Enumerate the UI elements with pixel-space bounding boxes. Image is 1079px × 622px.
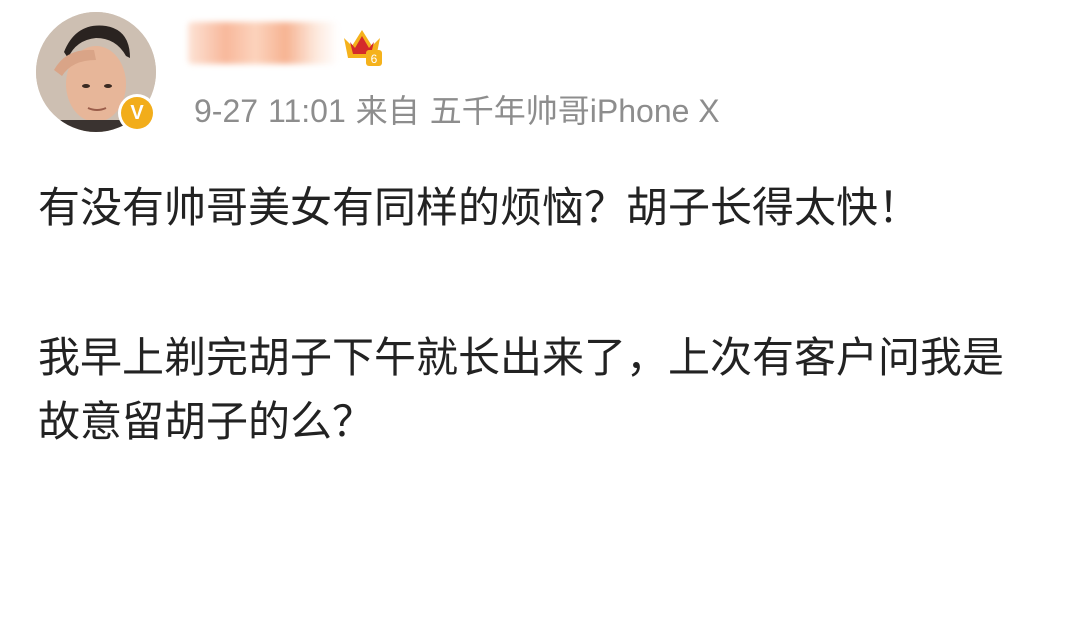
vip-level-text: 6 [371, 52, 378, 66]
verified-badge: V [118, 94, 156, 132]
post-body: 有没有帅哥美女有同样的烦恼？胡子长得太快！ 我早上剃完胡子下午就长出来了，上次有… [38, 176, 1038, 540]
post-paragraph: 有没有帅哥美女有同样的烦恼？胡子长得太快！ [38, 183, 921, 232]
post-meta: 9-27 11:01 来自 五千年帅哥iPhone X [194, 86, 730, 129]
username-blurred[interactable] [188, 22, 338, 64]
post-time: 11:01 [268, 93, 346, 129]
post-header: V 6 9-27 11:01 来自 五千年帅哥iPhone X [0, 0, 1079, 150]
post-paragraph: 我早上剃完胡子下午就长出来了，上次有客户问我是故意留胡子的么？ [38, 333, 1005, 446]
post-source-link[interactable]: 五千年帅哥iPhone X [430, 93, 720, 129]
post-date: 9-27 [194, 93, 259, 129]
vip-crown-icon[interactable]: 6 [340, 24, 384, 68]
verified-check-icon: V [121, 97, 153, 129]
avatar-container[interactable]: V [36, 12, 156, 132]
source-prefix: 来自 [355, 93, 420, 129]
